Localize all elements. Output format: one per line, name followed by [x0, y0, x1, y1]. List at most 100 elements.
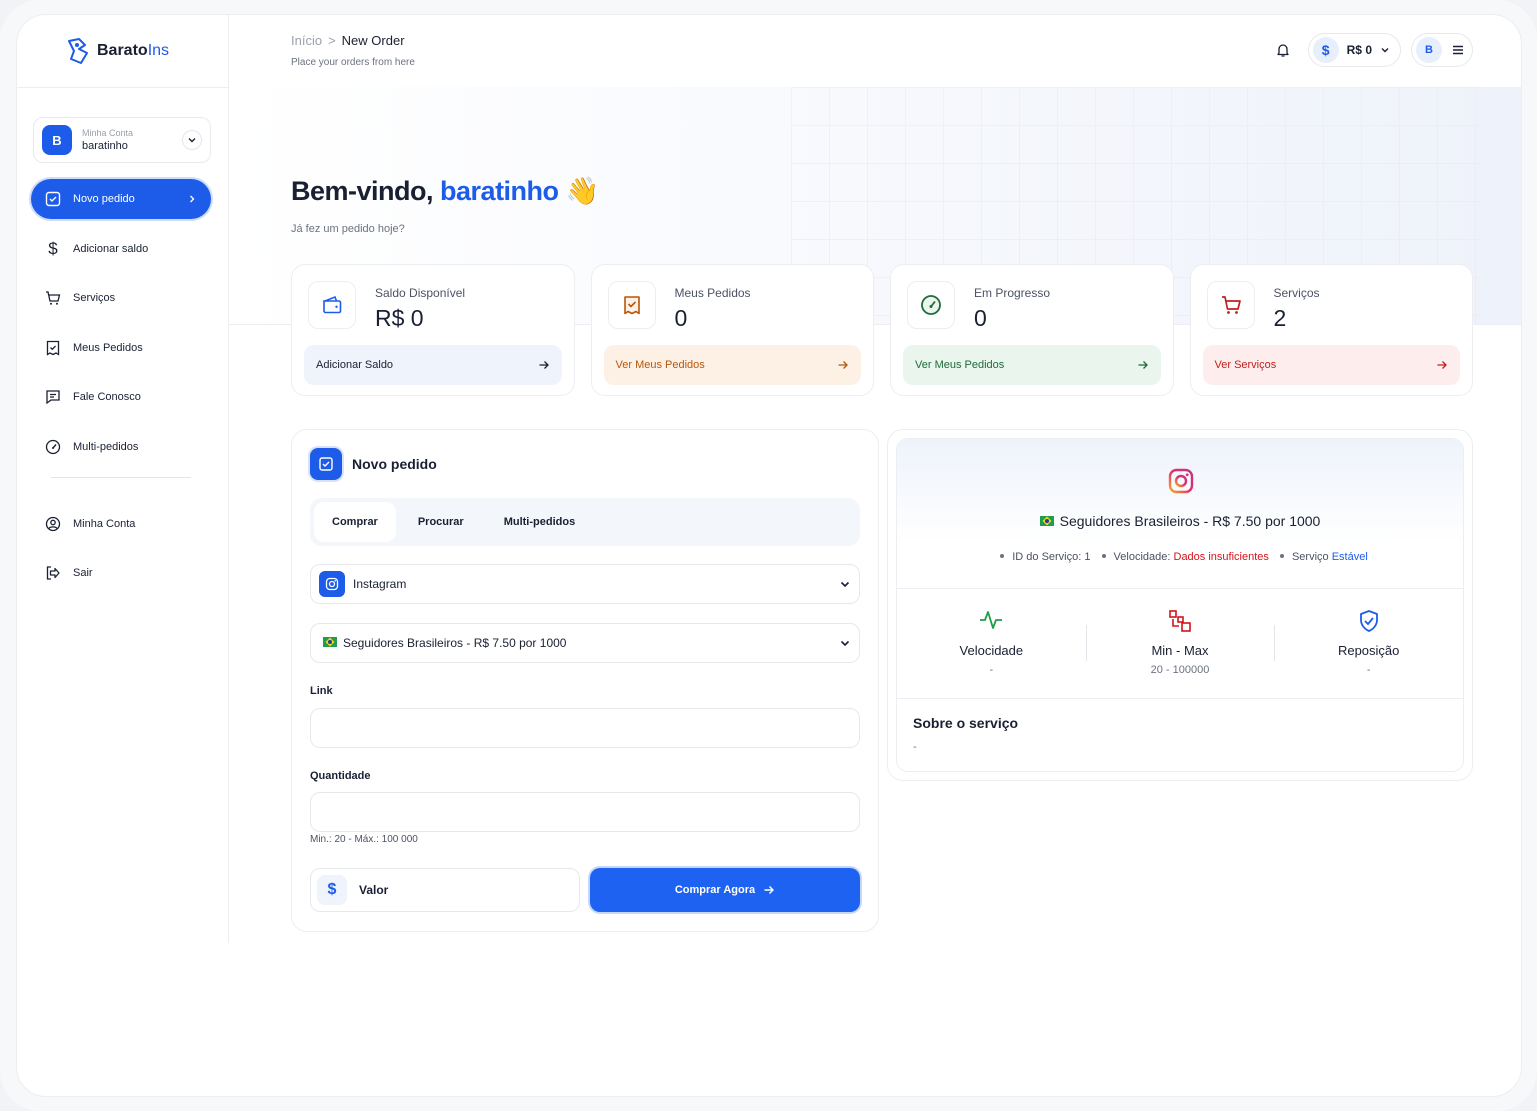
link-input[interactable]	[310, 708, 860, 748]
welcome-subtitle: Já fez um pedido hoje?	[291, 223, 405, 235]
order-check-icon	[310, 448, 342, 480]
tab-multi-pedidos[interactable]: Multi-pedidos	[486, 502, 594, 542]
wave-emoji: 👋	[565, 176, 600, 206]
ver-meus-pedidos-button[interactable]: Ver Meus Pedidos	[603, 345, 861, 385]
arrow-right-icon	[539, 361, 549, 369]
sidebar-item-meus-pedidos[interactable]: Meus Pedidos	[31, 328, 211, 368]
adicionar-saldo-button[interactable]: Adicionar Saldo	[304, 345, 562, 385]
brazil-flag-icon	[323, 637, 337, 647]
user-menu[interactable]: B	[1411, 33, 1473, 67]
brand-logo[interactable]: Barato Ins	[65, 37, 169, 65]
breadcrumb-separator: >	[328, 33, 336, 48]
stat-card-em-progresso: Em Progresso 0 Ver Meus Pedidos	[890, 264, 1174, 396]
quantity-hint: Min.: 20 - Máx.: 100 000	[310, 834, 418, 845]
service-stats: Velocidade - Min - Max 20 - 100000 Repos…	[897, 589, 1463, 699]
category-select[interactable]: Instagram	[310, 564, 860, 604]
stat-action-label: Ver Serviços	[1214, 359, 1277, 371]
breadcrumb-current: New Order	[341, 33, 405, 48]
sidebar-item-multi-pedidos[interactable]: Multi-pedidos	[31, 427, 211, 467]
instagram-icon	[1167, 467, 1195, 500]
activity-icon	[897, 609, 1086, 633]
avatar: B	[42, 125, 72, 155]
stat-value: 0	[674, 305, 688, 331]
dollar-icon: $	[48, 238, 58, 258]
sidebar-item-minha-conta[interactable]: Minha Conta	[31, 504, 211, 544]
sidebar-item-label: Adicionar saldo	[73, 242, 149, 255]
stat-card-servicos: Serviços 2 Ver Serviços	[1189, 264, 1473, 396]
avatar: B	[1416, 37, 1442, 63]
account-switcher[interactable]: B Minha Conta baratinho	[33, 117, 211, 163]
brazil-flag-icon	[1039, 516, 1054, 526]
sidebar-nav: Novo pedido $ Adicionar saldo Serviços M…	[31, 179, 211, 603]
receipt-icon	[607, 281, 656, 329]
sidebar-item-fale-conosco[interactable]: Fale Conosco	[31, 377, 211, 417]
about-value: -	[913, 741, 917, 753]
service-title: Seguidores Brasileiros - R$ 7.50 por 100…	[897, 513, 1463, 529]
ver-servicos-button[interactable]: Ver Serviços	[1202, 345, 1460, 385]
buy-now-button[interactable]: Comprar Agora	[590, 868, 860, 912]
order-card-header: Novo pedido	[310, 448, 437, 480]
value-label: Valor	[359, 883, 389, 897]
service-details-card: Seguidores Brasileiros - R$ 7.50 por 100…	[887, 429, 1473, 781]
receipt-icon	[46, 340, 60, 356]
speed-value: Dados insuficientes	[1173, 551, 1269, 563]
sidebar-item-sair[interactable]: Sair	[31, 553, 211, 593]
buy-now-label: Comprar Agora	[674, 884, 756, 896]
divider	[51, 476, 191, 478]
stat-title: Velocidade	[959, 643, 1024, 658]
tab-procurar[interactable]: Procurar	[400, 502, 482, 542]
chevron-down-icon	[840, 581, 850, 588]
stat-label: Meus Pedidos	[674, 286, 751, 300]
stat-action-label: Adicionar Saldo	[316, 359, 394, 371]
welcome-greeting: Bem-vindo,	[291, 176, 434, 206]
sidebar-item-adicionar-saldo[interactable]: $ Adicionar saldo	[31, 229, 211, 269]
ver-meus-pedidos-progress-button[interactable]: Ver Meus Pedidos	[903, 345, 1161, 385]
new-order-card: Novo pedido Comprar Procurar Multi-pedid…	[291, 429, 879, 932]
order-tabs: Comprar Procurar Multi-pedidos	[310, 498, 860, 546]
top-header: Início > New Order Place your orders fro…	[229, 15, 1521, 87]
tab-comprar[interactable]: Comprar	[314, 502, 396, 542]
stat-value: -	[1366, 664, 1371, 676]
sidebar-item-label: Multi-pedidos	[73, 440, 139, 453]
quantity-label: Quantidade	[310, 770, 371, 782]
user-circle-icon	[45, 516, 61, 531]
stat-label: Em Progresso	[974, 286, 1051, 300]
stat-label: Serviços	[1273, 286, 1320, 300]
stat-reposicao: Reposição -	[1274, 589, 1463, 698]
welcome-username: baratinho	[440, 176, 559, 206]
balance-value: R$ 0	[1346, 43, 1372, 57]
breadcrumb-home-link[interactable]: Início	[291, 33, 322, 48]
sidebar-item-novo-pedido[interactable]: Novo pedido	[31, 179, 211, 219]
sidebar-item-label: Novo pedido	[73, 193, 135, 205]
service-select[interactable]: Seguidores Brasileiros - R$ 7.50 por 100…	[310, 623, 860, 663]
stat-velocidade: Velocidade -	[897, 589, 1086, 698]
sidebar-item-label: Meus Pedidos	[73, 341, 143, 354]
bell-icon[interactable]	[1268, 35, 1298, 65]
quantity-input[interactable]	[310, 792, 860, 832]
app-window: Barato Ins B Minha Conta baratinho Novo p…	[16, 14, 1522, 1097]
stat-min-max: Min - Max 20 - 100000	[1085, 589, 1275, 698]
stat-title: Min - Max	[1151, 643, 1209, 658]
arrow-right-icon	[1138, 361, 1148, 369]
stats-row: Saldo Disponível R$ 0 Adicionar Saldo Me…	[291, 264, 1473, 396]
balance-dropdown[interactable]: $ R$ 0	[1307, 33, 1401, 67]
chevron-down-icon	[840, 640, 850, 647]
gauge-icon	[45, 439, 61, 455]
sidebar-item-servicos[interactable]: Serviços	[31, 278, 211, 318]
service-id: ID do Serviço: 1	[1012, 551, 1091, 563]
dollar-icon: $	[1312, 37, 1339, 63]
stat-value: -	[989, 664, 994, 676]
service-value: Seguidores Brasileiros - R$ 7.50 por 100…	[343, 636, 567, 650]
status-label: Serviço	[1291, 551, 1329, 563]
brand-name-part2: Ins	[147, 42, 170, 59]
page-subtitle: Place your orders from here	[291, 57, 415, 68]
arrow-right-icon	[838, 361, 848, 369]
gauge-icon	[907, 281, 955, 329]
divider	[17, 87, 229, 88]
stat-card-saldo: Saldo Disponível R$ 0 Adicionar Saldo	[291, 264, 575, 396]
sidebar-item-label: Sair	[73, 567, 93, 580]
service-summary: Seguidores Brasileiros - R$ 7.50 por 100…	[897, 439, 1463, 589]
menu-icon	[1453, 45, 1463, 55]
account-username: baratinho	[82, 140, 128, 152]
about-title: Sobre o serviço	[913, 715, 1019, 731]
